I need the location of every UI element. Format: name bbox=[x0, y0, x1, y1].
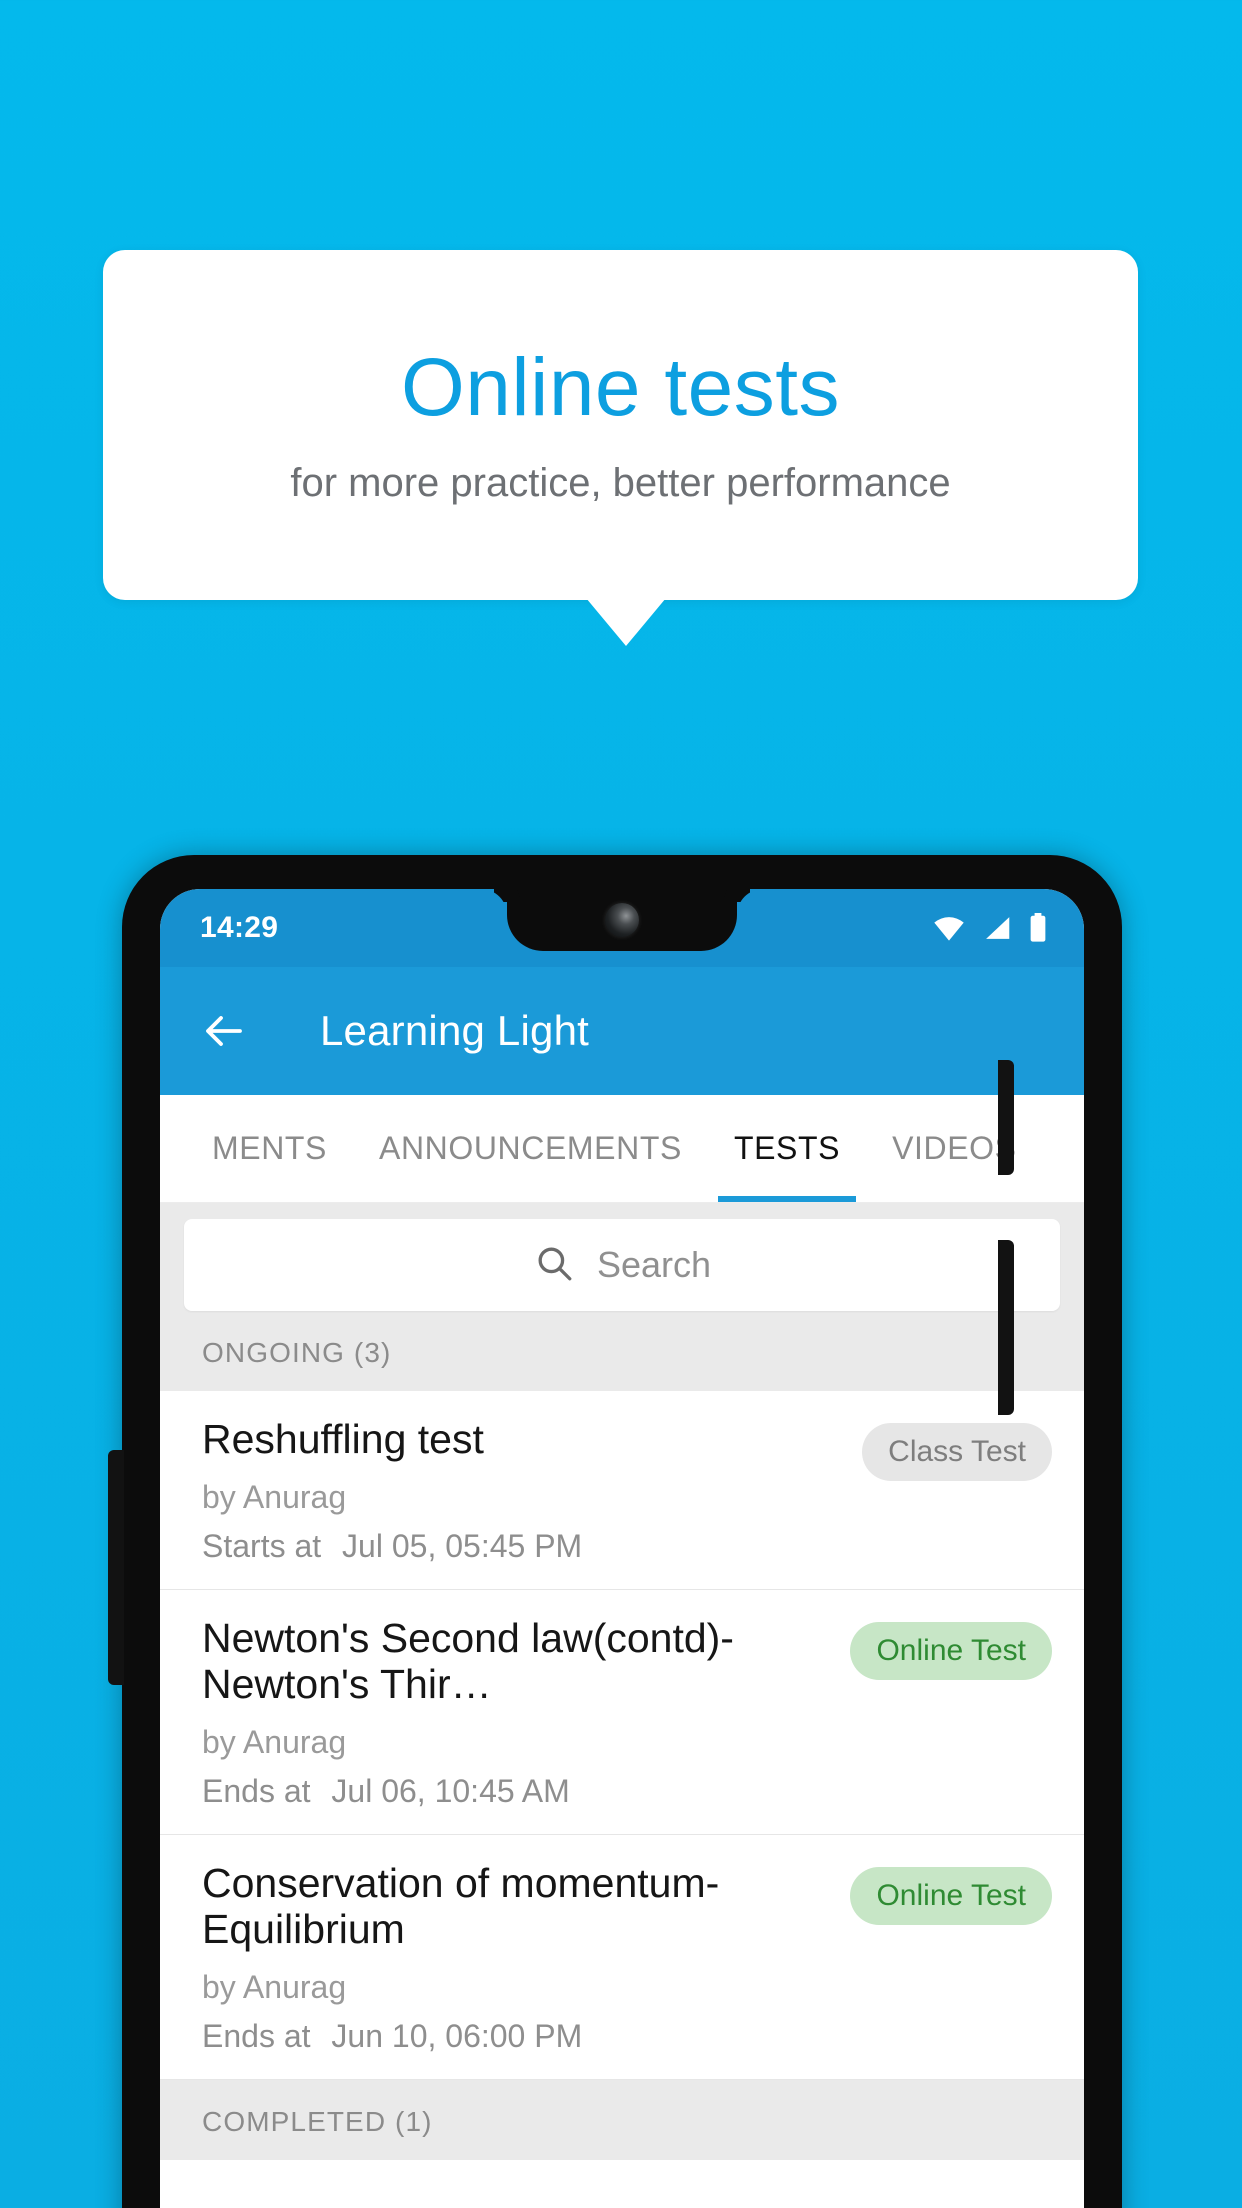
test-list-item[interactable]: Conservation of momentum-Equilibrium by … bbox=[160, 1835, 1084, 2080]
test-author: by Anurag bbox=[202, 1723, 347, 1760]
cellular-signal-icon bbox=[982, 914, 1012, 942]
wifi-icon bbox=[932, 914, 966, 942]
battery-icon bbox=[1028, 913, 1048, 943]
promo-callout-card: Online tests for more practice, better p… bbox=[103, 250, 1138, 600]
back-arrow-icon[interactable] bbox=[200, 1007, 248, 1055]
test-type-badge: Online Test bbox=[850, 1866, 1052, 1925]
app-bar: Learning Light bbox=[160, 967, 1084, 1095]
test-schedule: Starts at Jul 05, 05:45 PM bbox=[202, 1528, 844, 1565]
phone-screen: 14:29 Learning Light MENTS ANNOUNCEMENTS… bbox=[160, 889, 1084, 2208]
tab-tests[interactable]: TESTS bbox=[708, 1095, 866, 1202]
status-bar-clock: 14:29 bbox=[200, 911, 279, 944]
front-camera-icon bbox=[605, 903, 639, 937]
phone-power-button[interactable] bbox=[998, 1060, 1014, 1175]
test-title: Conservation of momentum-Equilibrium bbox=[202, 1859, 720, 1952]
phone-volume-button[interactable] bbox=[998, 1240, 1014, 1415]
phone-notch bbox=[507, 889, 737, 951]
test-list-item[interactable]: Newton's Second law(contd)-Newton's Thir… bbox=[160, 1590, 1084, 1835]
tab-label: TESTS bbox=[733, 1130, 841, 1166]
section-header-ongoing: ONGOING (3) bbox=[160, 1329, 1084, 1391]
test-author: by Anurag bbox=[202, 1968, 347, 2005]
test-title: Reshuffling test bbox=[202, 1416, 484, 1462]
tab-bar: MENTS ANNOUNCEMENTS TESTS VIDEOS bbox=[160, 1095, 1084, 1203]
search-placeholder: Search bbox=[596, 1244, 712, 1285]
test-schedule-value: Jul 05, 05:45 PM bbox=[342, 1527, 583, 1564]
phone-side-button[interactable] bbox=[108, 1450, 124, 1685]
promo-title: Online tests bbox=[401, 342, 840, 433]
search-region: Search bbox=[160, 1203, 1084, 1329]
status-bar: 14:29 bbox=[160, 889, 1084, 967]
tab-videos[interactable]: VIDEOS bbox=[866, 1095, 1043, 1202]
test-item-content: Reshuffling test by Anurag Starts at Jul… bbox=[202, 1416, 844, 1565]
tab-announcements[interactable]: ANNOUNCEMENTS bbox=[353, 1095, 708, 1202]
test-schedule-value: Jun 10, 06:00 PM bbox=[331, 2017, 583, 2054]
test-title: Newton's Second law(contd)-Newton's Thir… bbox=[202, 1614, 734, 1707]
promo-subtitle: for more practice, better performance bbox=[290, 461, 951, 505]
test-schedule: Ends at Jun 10, 06:00 PM bbox=[202, 2018, 832, 2055]
test-item-content: Newton's Second law(contd)-Newton's Thir… bbox=[202, 1614, 832, 1810]
search-input[interactable]: Search bbox=[184, 1219, 1060, 1311]
test-list: Reshuffling test by Anurag Starts at Jul… bbox=[160, 1391, 1084, 2080]
tab-label: MENTS bbox=[212, 1130, 327, 1166]
test-item-content: Conservation of momentum-Equilibrium by … bbox=[202, 1859, 832, 2055]
status-bar-icons bbox=[932, 913, 1056, 943]
tab-ments[interactable]: MENTS bbox=[186, 1095, 353, 1202]
test-schedule-label: Ends at bbox=[202, 1772, 311, 1809]
tab-label: ANNOUNCEMENTS bbox=[379, 1130, 682, 1166]
app-bar-title: Learning Light bbox=[320, 1007, 590, 1054]
test-type-badge: Class Test bbox=[862, 1423, 1052, 1481]
test-schedule-value: Jul 06, 10:45 AM bbox=[331, 1772, 570, 1809]
promo-callout-tail bbox=[586, 598, 666, 646]
test-schedule-label: Ends at bbox=[202, 2017, 311, 2054]
search-icon bbox=[533, 1242, 575, 1289]
test-list-item[interactable]: Reshuffling test by Anurag Starts at Jul… bbox=[160, 1391, 1084, 1590]
test-author: by Anurag bbox=[202, 1478, 347, 1515]
test-schedule: Ends at Jul 06, 10:45 AM bbox=[202, 1773, 832, 1810]
phone-device-frame: 14:29 Learning Light MENTS ANNOUNCEMENTS… bbox=[122, 855, 1122, 2208]
section-header-completed: COMPLETED (1) bbox=[160, 2079, 1084, 2160]
test-type-badge: Online Test bbox=[850, 1621, 1052, 1680]
test-schedule-label: Starts at bbox=[202, 1527, 322, 1564]
